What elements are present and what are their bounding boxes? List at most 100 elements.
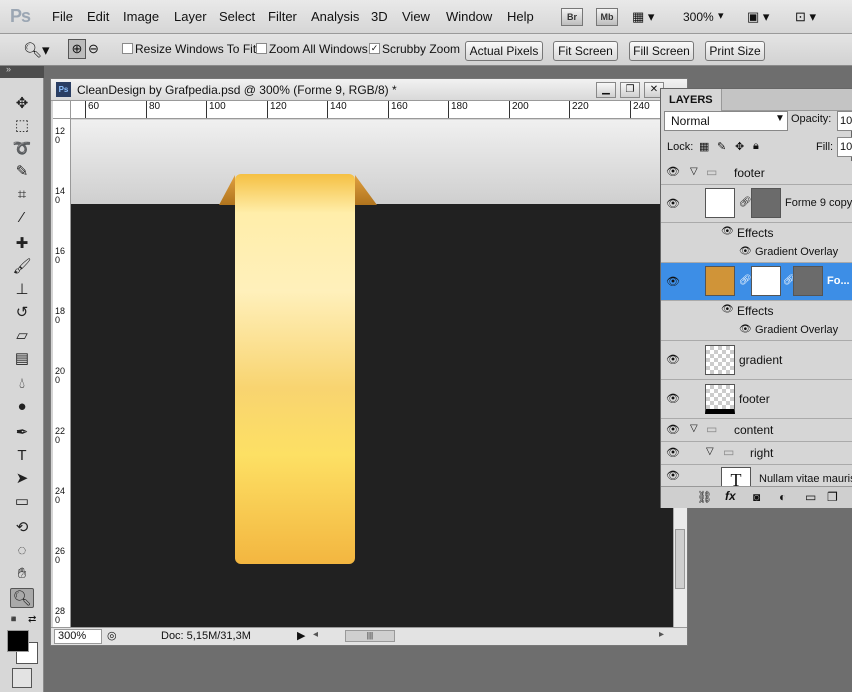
layer-footer[interactable]: 👁︎ footer [661, 380, 852, 419]
menu-view[interactable]: View [402, 9, 430, 24]
menu-image[interactable]: Image [123, 9, 159, 24]
menu-file[interactable]: File [52, 9, 73, 24]
scroll-right-icon[interactable]: ▸ [659, 629, 664, 640]
arrange-documents-icon[interactable]: ▦ ▾ [632, 9, 654, 25]
add-mask-icon[interactable]: ◙ [753, 490, 760, 504]
fit-screen-button[interactable]: Fit Screen [553, 41, 618, 61]
adjustment-layer-icon[interactable]: ◐ [779, 490, 786, 504]
gradient-overlay-row[interactable]: 👁︎ Gradient Overlay [661, 243, 852, 263]
default-colors-icon[interactable]: ◾ [8, 614, 19, 625]
visibility-eye-icon[interactable]: 👁︎ [666, 165, 680, 178]
pen-tool-icon[interactable]: ✒ [10, 423, 34, 443]
blur-tool-icon[interactable]: 💧︎ [10, 374, 34, 394]
effect-eye-icon[interactable]: 👁︎ [739, 324, 752, 335]
actual-pixels-button[interactable]: Actual Pixels [465, 41, 543, 61]
zoom-in-icon[interactable]: ⊕ [68, 39, 86, 59]
healing-brush-tool-icon[interactable]: ✚ [10, 234, 34, 254]
eraser-tool-icon[interactable]: ▱ [10, 326, 34, 346]
menu-help[interactable]: Help [507, 9, 534, 24]
visibility-eye-icon[interactable]: 👁︎ [666, 446, 680, 459]
menu-select[interactable]: Select [219, 9, 255, 24]
lock-all-icon[interactable]: 🔒︎ [753, 140, 759, 153]
resize-windows-checkbox[interactable] [122, 43, 133, 54]
shape-tool-icon[interactable]: ▭ [10, 492, 34, 512]
horizontal-scroll-thumb[interactable]: ||| [345, 630, 395, 642]
print-size-button[interactable]: Print Size [705, 41, 765, 61]
visibility-eye-icon[interactable]: 👁︎ [666, 197, 680, 210]
zoom-out-icon[interactable]: ⊖ [88, 41, 99, 57]
status-menu-icon[interactable]: ◎ [107, 629, 117, 642]
layer-group-footer[interactable]: 👁︎ ▽ ▭ footer [661, 161, 852, 185]
new-layer-icon[interactable]: ❐ [827, 490, 838, 504]
visibility-eye-icon[interactable]: 👁︎ [666, 275, 680, 288]
layers-tab[interactable]: LAYERS [661, 89, 722, 111]
link-icon[interactable]: 🔗︎ [739, 197, 752, 208]
group-expand-icon[interactable]: ▽ [690, 166, 698, 177]
scroll-left-icon[interactable]: ◂ [313, 629, 318, 640]
effects-row[interactable]: 👁︎ Effects [661, 301, 852, 321]
zoom-tool-preset-icon[interactable]: 🔍︎▾ [23, 41, 50, 59]
layer-forme9-selected[interactable]: 👁︎ 🔗︎ 🔗︎ Fo... [661, 263, 852, 301]
zoom-tool-icon[interactable]: 🔍︎ [10, 588, 34, 608]
swap-colors-icon[interactable]: ⇄ [28, 614, 36, 625]
visibility-eye-icon[interactable]: 👁︎ [666, 353, 680, 366]
quick-mask-icon[interactable] [12, 668, 32, 688]
gradient-overlay-row[interactable]: 👁︎ Gradient Overlay [661, 321, 852, 341]
tools-panel-header[interactable]: » [0, 64, 44, 78]
dodge-tool-icon[interactable]: ● [10, 397, 34, 417]
menu-edit[interactable]: Edit [87, 9, 109, 24]
canvas[interactable] [71, 120, 673, 628]
zoom-field[interactable]: 300% [54, 629, 102, 644]
link-icon[interactable]: 🔗︎ [739, 275, 752, 286]
minimize-button[interactable]: ▁ [596, 82, 616, 98]
3d-rotate-tool-icon[interactable]: ⟲ [10, 518, 34, 538]
menu-window[interactable]: Window [446, 9, 492, 24]
scrubby-zoom-checkbox[interactable]: ✓ [369, 43, 380, 54]
effect-eye-icon[interactable]: 👁︎ [739, 246, 752, 257]
blend-mode-select[interactable]: Normal [664, 111, 788, 131]
effects-eye-icon[interactable]: 👁︎ [721, 226, 734, 237]
foreground-color-swatch[interactable] [7, 630, 29, 652]
group-expand-icon[interactable]: ▽ [706, 446, 714, 457]
restore-button[interactable]: ❐ [620, 82, 640, 98]
document-title-bar[interactable]: Ps CleanDesign by Grafpedia.psd @ 300% (… [51, 79, 687, 101]
zoom-level-dropdown[interactable]: 300% [683, 10, 714, 24]
path-selection-tool-icon[interactable]: ➤ [10, 469, 34, 489]
eyedropper-tool-icon[interactable]: ⁄ [10, 208, 34, 228]
layer-text[interactable]: 👁︎ T Nullam vitae mauris... [661, 465, 852, 486]
menu-layer[interactable]: Layer [174, 9, 207, 24]
layer-forme9-copy[interactable]: 👁︎ 🔗︎ Forme 9 copy... [661, 185, 852, 223]
move-tool-icon[interactable]: ✥ [10, 94, 34, 114]
extras-icon[interactable]: ⊡ ▾ [795, 9, 816, 25]
zoom-dropdown-arrow-icon[interactable]: ▾ [718, 9, 724, 22]
quick-selection-tool-icon[interactable]: ✎ [10, 162, 34, 182]
layer-group-content[interactable]: 👁︎ ▽ ▭ content [661, 419, 852, 442]
blend-mode-dropdown-icon[interactable]: ▼ [775, 113, 785, 124]
fill-field[interactable]: 10 [837, 137, 852, 157]
layer-gradient[interactable]: 👁︎ gradient [661, 341, 852, 380]
marquee-tool-icon[interactable]: ⬚ [10, 116, 34, 136]
collapse-icon[interactable]: » [6, 64, 11, 74]
link-layers-icon[interactable]: ⛓︎ [697, 490, 712, 504]
type-tool-icon[interactable]: T [10, 446, 34, 466]
menu-analysis[interactable]: Analysis [311, 9, 359, 24]
visibility-eye-icon[interactable]: 👁︎ [666, 469, 680, 482]
bridge-button[interactable]: Br [561, 8, 583, 26]
vertical-ruler[interactable]: 120 140 160 180 200 220 240 260 280 [53, 119, 71, 629]
lock-position-icon[interactable]: ✥ [735, 140, 744, 153]
group-expand-icon[interactable]: ▽ [690, 423, 698, 434]
vertical-scroll-thumb[interactable] [675, 529, 685, 589]
mini-bridge-button[interactable]: Mb [596, 8, 618, 26]
lock-image-icon[interactable]: ✎ [717, 140, 726, 153]
lock-transparent-icon[interactable]: ▦ [699, 140, 709, 153]
screen-mode-icon[interactable]: ▣ ▾ [747, 9, 769, 25]
brush-tool-icon[interactable]: 🖌︎ [10, 257, 34, 277]
effects-eye-icon[interactable]: 👁︎ [721, 304, 734, 315]
menu-filter[interactable]: Filter [268, 9, 297, 24]
clone-stamp-tool-icon[interactable]: ⊥ [10, 280, 34, 300]
fx-icon[interactable]: fx [725, 489, 736, 503]
history-brush-tool-icon[interactable]: ↺ [10, 303, 34, 323]
new-group-icon[interactable]: ▭ [805, 490, 816, 504]
layer-group-right[interactable]: 👁︎ ▽ ▭ right [661, 442, 852, 465]
fill-screen-button[interactable]: Fill Screen [629, 41, 694, 61]
